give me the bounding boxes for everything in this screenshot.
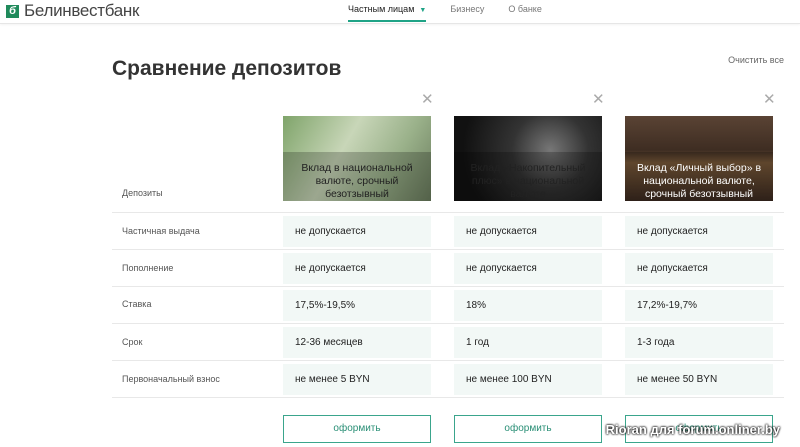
deposit-card-1[interactable]: Вклад в национальной валюте, срочный без…: [283, 116, 431, 201]
cell-topup: не допускается: [283, 253, 431, 284]
caret-down-icon: ▼: [419, 7, 427, 14]
divider: [112, 249, 784, 250]
row-label-initial: Первоначальный взнос: [122, 374, 220, 384]
logo-text: Белинвестбанк: [24, 1, 140, 20]
cell-rate: 17,2%-19,7%: [625, 290, 773, 321]
row-label-deposits: Депозиты: [122, 188, 163, 198]
cell-term: 1 год: [454, 327, 602, 358]
divider: [112, 212, 784, 213]
cell-term: 12-36 месяцев: [283, 327, 431, 358]
deposit-name: Вклад в национальной валюте, срочный без…: [301, 162, 413, 200]
deposit-card-3[interactable]: Вклад «Личный выбор» в национальной валю…: [625, 116, 773, 201]
remove-deposit-1-close-icon[interactable]: ✕: [421, 92, 434, 107]
deposit-name: Вклад «Личный выбор» в национальной валю…: [636, 162, 762, 200]
remove-deposit-2-close-icon[interactable]: ✕: [592, 92, 605, 107]
page-title: Сравнение депозитов: [112, 57, 342, 80]
deposit-card-2[interactable]: Вклад «Накопительный плюс» в национально…: [454, 116, 602, 201]
row-label-term: Срок: [122, 337, 143, 347]
cell-rate: 18%: [454, 290, 602, 321]
cell-partial: не допускается: [283, 216, 431, 247]
divider: [112, 323, 784, 324]
row-label-rate: Ставка: [122, 299, 152, 309]
cell-rate: 17,5%-19,5%: [283, 290, 431, 321]
divider: [112, 397, 784, 398]
clear-all-link[interactable]: Очистить все: [728, 55, 784, 65]
main-nav: Частным лицам ▼ Бизнесу О банке: [348, 4, 542, 22]
divider: [112, 286, 784, 287]
cell-term: 1-3 года: [625, 327, 773, 358]
row-label-partial: Частичная выдача: [122, 226, 200, 236]
apply-button-1[interactable]: оформить: [283, 415, 431, 443]
cell-topup: не допускается: [454, 253, 602, 284]
divider: [112, 360, 784, 361]
watermark: Rioran для forum.onliner.by: [605, 422, 780, 437]
cell-initial: не менее 100 BYN: [454, 364, 602, 395]
nav-individuals[interactable]: Частным лицам ▼: [348, 4, 427, 22]
nav-label: Частным лицам: [348, 4, 415, 14]
cell-partial: не допускается: [625, 216, 773, 247]
remove-deposit-3-close-icon[interactable]: ✕: [763, 92, 776, 107]
cell-initial: не менее 5 BYN: [283, 364, 431, 395]
nav-about[interactable]: О банке: [508, 4, 541, 22]
cell-topup: не допускается: [625, 253, 773, 284]
site-header: б Белинвестбанк Частным лицам ▼ Бизнесу О…: [0, 0, 800, 24]
cell-initial: не менее 50 BYN: [625, 364, 773, 395]
cell-partial: не допускается: [454, 216, 602, 247]
apply-button-2[interactable]: оформить: [454, 415, 602, 443]
deposit-name: Вклад «Накопительный плюс» в национально…: [470, 162, 586, 200]
logo-icon: б: [6, 4, 19, 18]
logo[interactable]: б Белинвестбанк: [6, 1, 139, 21]
nav-business[interactable]: Бизнесу: [450, 4, 484, 22]
row-label-topup: Пополнение: [122, 263, 174, 273]
